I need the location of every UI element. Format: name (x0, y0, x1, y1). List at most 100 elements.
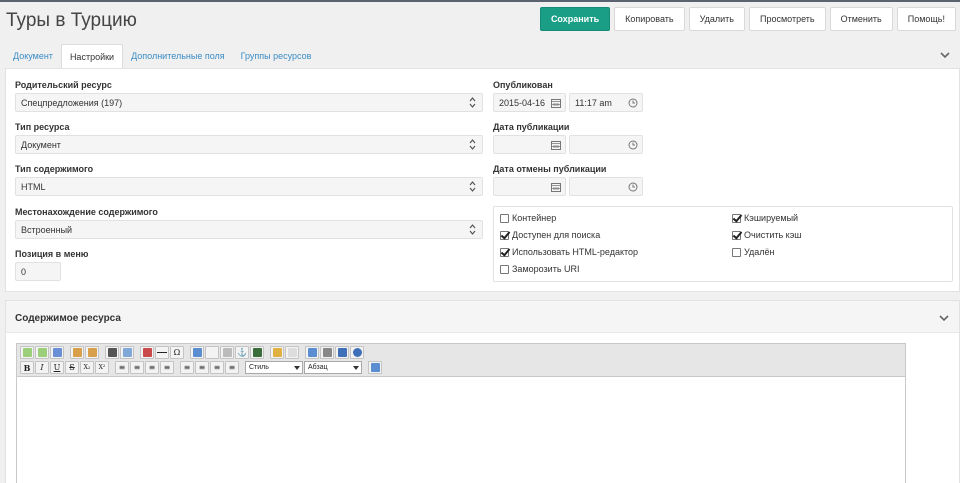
pub-time-input[interactable] (569, 135, 643, 154)
align-justify-icon[interactable]: ≡ (225, 361, 239, 374)
checkbox-freeze-uri[interactable]: Заморозить URI (500, 264, 580, 274)
align-right-icon[interactable]: ≡ (210, 361, 224, 374)
checkbox-box[interactable] (732, 213, 741, 223)
find-icon[interactable] (105, 346, 119, 359)
toolbar-row-1: Ω ⚓ (20, 346, 364, 359)
pub-date-input[interactable] (493, 135, 566, 154)
disposition-label: Местонахождение содержимого (15, 207, 158, 217)
code-icon[interactable] (305, 346, 319, 359)
clock-icon[interactable] (628, 140, 638, 150)
checkbox-box[interactable] (732, 247, 741, 257)
content-section-header[interactable]: Содержимое ресурса (6, 301, 959, 333)
publishedon-time-input[interactable]: 11:17 am (569, 93, 643, 112)
checkbox-clear-cache[interactable]: Очистить кэш (732, 230, 802, 240)
subscript-button[interactable]: X₂ (80, 361, 94, 374)
calendar-icon[interactable] (551, 98, 561, 108)
view-button[interactable]: Просмотреть (748, 7, 826, 31)
bullet-list-icon[interactable]: ≡ (115, 361, 129, 374)
align-left-icon[interactable]: ≡ (180, 361, 194, 374)
paste-word-icon[interactable] (85, 346, 99, 359)
save-button[interactable]: Сохранить (539, 7, 611, 31)
updown-icon (469, 181, 476, 192)
clock-icon[interactable] (628, 98, 638, 108)
brush-icon[interactable] (270, 346, 284, 359)
align-center-icon[interactable]: ≡ (195, 361, 209, 374)
link-icon[interactable] (220, 346, 234, 359)
anchor-icon[interactable]: ⚓ (235, 346, 249, 359)
help-button[interactable]: Помощь! (896, 7, 956, 31)
menuindex-value: 0 (21, 266, 27, 277)
publishedon-date-input[interactable]: 2015-04-16 (493, 93, 566, 112)
checkbox-deleted[interactable]: Удалён (732, 247, 775, 257)
bold-button[interactable]: B (20, 361, 34, 374)
checkbox-box[interactable] (732, 230, 741, 240)
select-all-icon[interactable] (50, 346, 64, 359)
unpub-date-label: Дата отмены публикации (493, 164, 607, 174)
image-icon[interactable] (140, 346, 154, 359)
checkbox-box[interactable] (500, 264, 509, 274)
copy-button[interactable]: Копировать (614, 7, 685, 31)
replace-icon[interactable] (120, 346, 134, 359)
fullscreen-icon[interactable] (335, 346, 349, 359)
superscript-button[interactable]: X² (95, 361, 109, 374)
checkbox-richtext[interactable]: Использовать HTML-редактор (500, 247, 638, 257)
special-char-icon[interactable]: Ω (170, 346, 184, 359)
checkbox-box[interactable] (500, 230, 509, 240)
strikethrough-button[interactable]: S (65, 361, 79, 374)
disposition-select[interactable]: Встроенный (15, 220, 483, 239)
page-title: Туры в Турцию (6, 10, 137, 31)
calendar-icon[interactable] (551, 182, 561, 192)
delete-button[interactable]: Удалить (688, 7, 745, 31)
cancel-button[interactable]: Отменить (829, 7, 893, 31)
chevron-down-icon[interactable] (939, 314, 949, 322)
checkbox-box[interactable] (500, 213, 509, 223)
format-select[interactable]: Абзац (304, 361, 362, 374)
paste-text-icon[interactable] (70, 346, 84, 359)
checkbox-label: Заморозить URI (512, 264, 580, 274)
class-select[interactable]: Документ (15, 135, 483, 154)
content-type-label: Тип содержимого (15, 164, 94, 174)
undo-icon[interactable] (20, 346, 34, 359)
menuindex-input[interactable]: 0 (15, 262, 61, 281)
checkbox-cacheable[interactable]: Кэшируемый (732, 213, 798, 223)
checkbox-container[interactable]: Контейнер (500, 213, 556, 223)
tab-additional-fields[interactable]: Дополнительные поля (123, 44, 233, 68)
chevron-down-icon (353, 366, 359, 370)
tab-document[interactable]: Документ (5, 44, 61, 68)
content-section-title: Содержимое ресурса (15, 313, 121, 324)
italic-button[interactable]: I (35, 361, 49, 374)
content-type-value: HTML (21, 181, 46, 192)
clock-icon[interactable] (628, 182, 638, 192)
calendar-icon[interactable] (551, 140, 561, 150)
numbered-list-icon[interactable]: ≡ (130, 361, 144, 374)
checkbox-label: Доступен для поиска (512, 230, 601, 240)
parent-select[interactable]: Спецпредложения (197) (15, 93, 483, 112)
indent-icon[interactable]: ≡ (160, 361, 174, 374)
parent-label: Родительский ресурс (15, 80, 112, 90)
class-value: Документ (21, 139, 61, 150)
checkbox-searchable[interactable]: Доступен для поиска (500, 230, 600, 240)
media-icon[interactable] (250, 346, 264, 359)
unpub-date-input[interactable] (493, 177, 566, 196)
clear-format-icon[interactable] (368, 361, 382, 374)
blank-icon[interactable] (205, 346, 219, 359)
help-icon[interactable] (350, 346, 364, 359)
editor-content-area[interactable] (17, 377, 905, 483)
content-section: Содержимое ресурса Ω ⚓ B I U S X₂ X² ≡ ≡… (5, 300, 960, 483)
eraser-icon[interactable] (285, 346, 299, 359)
chevron-down-icon[interactable] (940, 51, 950, 59)
table-icon[interactable] (190, 346, 204, 359)
redo-icon[interactable] (35, 346, 49, 359)
content-type-select[interactable]: HTML (15, 177, 483, 196)
tab-settings[interactable]: Настройки (60, 44, 124, 69)
checkbox-label: Контейнер (512, 213, 557, 223)
unpub-time-input[interactable] (569, 177, 643, 196)
underline-button[interactable]: U (50, 361, 64, 374)
print-icon[interactable] (320, 346, 334, 359)
checkbox-box[interactable] (500, 247, 509, 257)
rich-text-editor: Ω ⚓ B I U S X₂ X² ≡ ≡ ≡ ≡ ≡ ≡ ≡ ≡ Стиль … (16, 343, 906, 483)
style-select[interactable]: Стиль (245, 361, 303, 374)
horizontal-rule-icon[interactable] (155, 346, 169, 359)
tab-resource-groups[interactable]: Группы ресурсов (233, 44, 320, 68)
outdent-icon[interactable]: ≡ (145, 361, 159, 374)
